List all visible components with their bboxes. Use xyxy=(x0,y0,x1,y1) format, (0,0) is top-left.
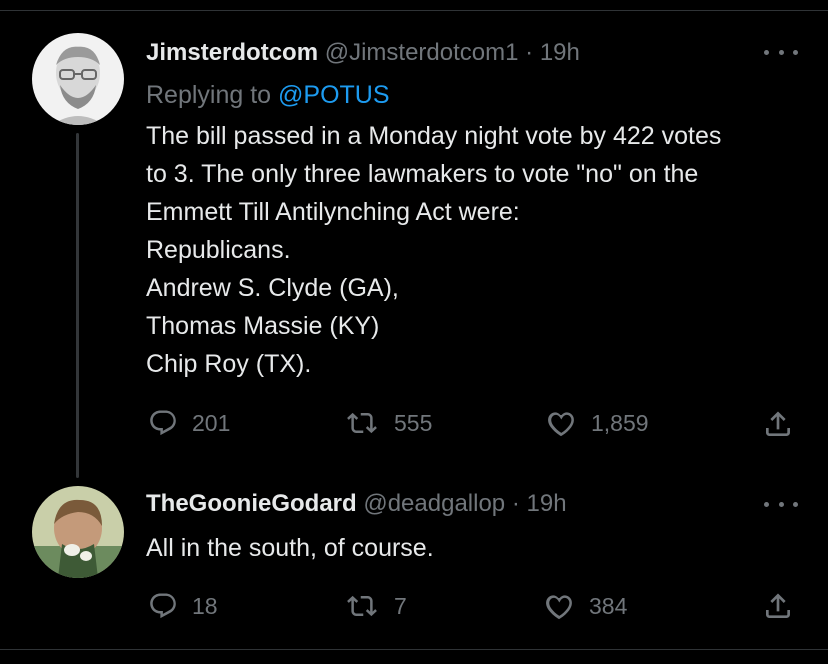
replying-prefix: Replying to xyxy=(146,81,272,109)
user-handle[interactable]: @deadgallop xyxy=(363,490,505,517)
tweet-text-line: Emmett Till Antilynching Act were: xyxy=(146,198,520,226)
more-options-icon[interactable] xyxy=(764,47,798,57)
user-handle[interactable]: @Jimsterdotcom1 xyxy=(325,39,519,66)
tweet-text-line: Andrew S. Clyde (GA), xyxy=(146,274,399,302)
top-divider xyxy=(0,10,828,11)
tweet-text-line: Thomas Massie (KY) xyxy=(146,312,380,340)
timestamp[interactable]: 19h xyxy=(540,39,580,66)
tweet-text: The bill passed in a Monday night vote b… xyxy=(146,117,721,383)
heart-icon xyxy=(546,595,572,620)
tweet-text-line: Republicans. xyxy=(146,236,291,264)
tweet-text-line: The bill passed in a Monday night vote b… xyxy=(146,122,722,150)
tweet-header: TheGoonieGodard @deadgallop · 19h xyxy=(146,489,567,519)
retweet-icon xyxy=(347,595,377,617)
reply-count: 18 xyxy=(192,592,218,619)
reply-count: 201 xyxy=(192,409,231,436)
tweet-text-line: All in the south, of course. xyxy=(146,534,434,562)
reply-icon xyxy=(150,410,176,436)
like-button[interactable]: 1,859 xyxy=(545,408,649,438)
tweet-text: All in the south, of course. xyxy=(146,529,434,567)
display-name[interactable]: Jimsterdotcom xyxy=(146,39,318,66)
share-icon xyxy=(766,593,790,618)
replying-to: Replying to @POTUS xyxy=(146,79,390,111)
share-button[interactable] xyxy=(762,590,794,622)
mention-link[interactable]: @POTUS xyxy=(278,81,390,109)
retweet-button[interactable]: 555 xyxy=(344,408,432,438)
reply-button[interactable]: 201 xyxy=(148,408,230,438)
separator-dot: · xyxy=(525,39,534,66)
more-options-icon[interactable] xyxy=(764,499,798,509)
avatar[interactable] xyxy=(32,486,124,578)
share-icon xyxy=(766,411,790,436)
retweet-count: 555 xyxy=(394,409,433,436)
timestamp[interactable]: 19h xyxy=(527,490,567,517)
like-count: 1,859 xyxy=(591,409,649,436)
like-count: 384 xyxy=(589,592,628,619)
bottom-divider xyxy=(0,649,828,650)
separator-dot: · xyxy=(511,490,520,517)
retweet-button[interactable]: 7 xyxy=(344,591,407,621)
like-button[interactable]: 384 xyxy=(543,591,627,621)
heart-icon xyxy=(548,412,574,437)
thread-line xyxy=(76,133,79,478)
display-name[interactable]: TheGoonieGodard xyxy=(146,490,357,517)
avatar[interactable] xyxy=(32,33,124,125)
share-button[interactable] xyxy=(762,408,794,440)
tweet-text-line: Chip Roy (TX). xyxy=(146,350,312,378)
retweet-icon xyxy=(347,412,377,434)
reply-icon xyxy=(150,593,176,619)
reply-button[interactable]: 18 xyxy=(148,591,218,621)
retweet-count: 7 xyxy=(394,592,407,619)
tweet-text-line: to 3. The only three lawmakers to vote "… xyxy=(146,160,699,188)
tweet-header: Jimsterdotcom @Jimsterdotcom1 · 19h xyxy=(146,38,580,68)
